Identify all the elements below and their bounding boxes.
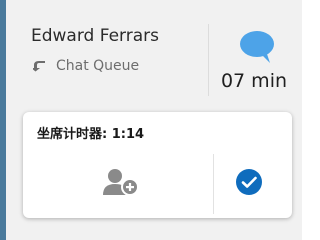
chat-bubble-icon [240, 31, 274, 63]
queue-label: Chat Queue [56, 58, 140, 74]
panel-divider [213, 154, 214, 214]
contact-name: Edward Ferrars [31, 26, 159, 46]
accept-contact-button[interactable] [226, 162, 272, 202]
agent-timer-text: 坐席计时器: 1:14 [37, 127, 145, 142]
header-divider [208, 24, 209, 96]
check-circle-icon [236, 169, 262, 195]
add-contact-button[interactable] [83, 160, 159, 204]
agent-timer-panel: 坐席计时器: 1:14 [23, 112, 292, 218]
wait-time: 07 min [220, 70, 288, 92]
contact-card[interactable]: Edward Ferrars Chat Queue 07 min 坐席计时器: … [0, 0, 302, 240]
add-contact-icon [103, 169, 139, 196]
queue-row: Chat Queue [33, 57, 139, 75]
arrow-turn-down-icon [33, 61, 45, 72]
